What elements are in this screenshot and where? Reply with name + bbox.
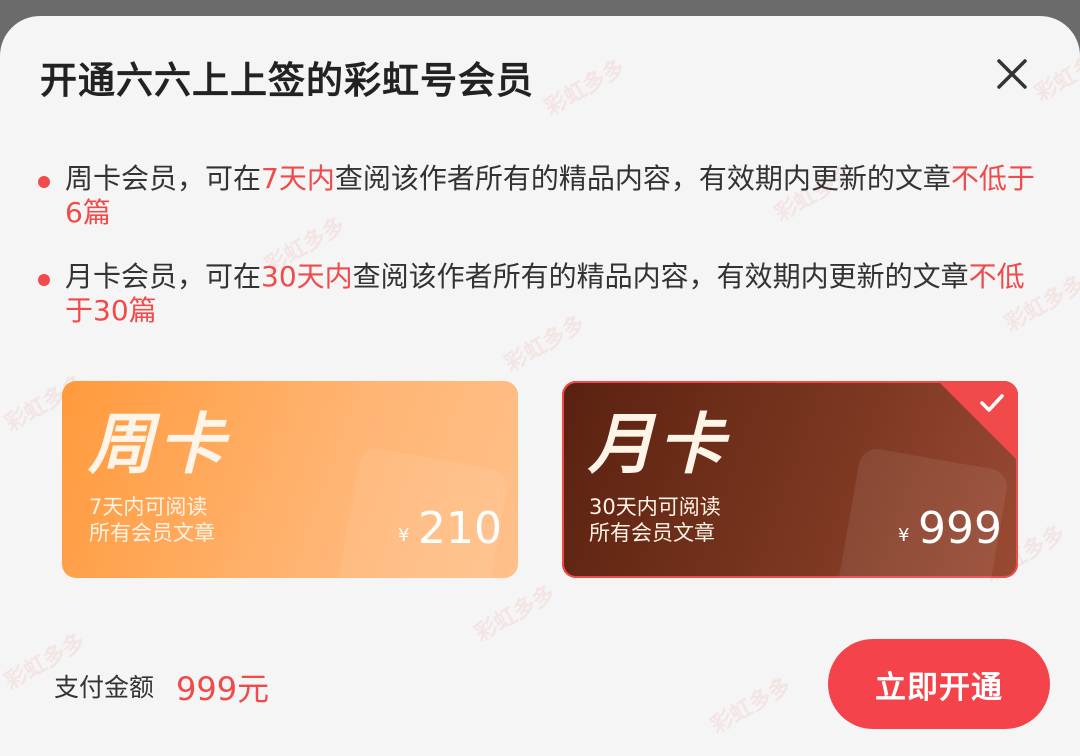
currency-symbol: ¥ xyxy=(398,525,410,546)
dialog-title: 开通六六上上签的彩虹号会员 xyxy=(40,59,534,102)
rule-duration: 7天内 xyxy=(261,162,335,195)
check-icon xyxy=(980,394,1004,412)
rule-mid: 查阅该作者所有的精品内容，有效期内更新的文章 xyxy=(352,260,969,293)
rule-pre: 周卡会员，可在 xyxy=(65,162,262,195)
plan-name: 周卡 xyxy=(88,405,228,483)
subscribe-button[interactable]: 立即开通 xyxy=(828,639,1050,729)
currency-symbol: ¥ xyxy=(898,525,910,546)
rule-weekly: 周卡会员，可在7天内查阅该作者所有的精品内容，有效期内更新的文章不低于6篇 xyxy=(38,162,1038,230)
rule-text: 月卡会员，可在30天内查阅该作者所有的精品内容，有效期内更新的文章不低于30篇 xyxy=(38,260,1038,328)
rule-mid: 查阅该作者所有的精品内容，有效期内更新的文章 xyxy=(334,162,951,195)
bullet-dot xyxy=(38,274,50,286)
rule-text: 周卡会员，可在7天内查阅该作者所有的精品内容，有效期内更新的文章不低于6篇 xyxy=(38,162,1038,230)
rule-monthly: 月卡会员，可在30天内查阅该作者所有的精品内容，有效期内更新的文章不低于30篇 xyxy=(38,260,1038,328)
rule-duration: 30天内 xyxy=(261,260,353,293)
watermark: 彩虹多多 xyxy=(540,55,630,121)
bullet-dot xyxy=(38,176,50,188)
weekly-plan-card[interactable]: 周卡 7天内可阅读 所有会员文章 ¥ 210 xyxy=(62,381,518,578)
membership-dialog: 彩虹多多 彩虹多多 彩虹多多 彩虹多多 彩虹多多 彩虹多多 彩虹多多 彩虹多多 … xyxy=(0,16,1080,756)
pay-amount-value: 999元 xyxy=(176,670,270,708)
monthly-plan-card[interactable]: 月卡 30天内可阅读 所有会员文章 ¥ 999 xyxy=(562,381,1018,578)
close-button[interactable] xyxy=(992,54,1032,94)
rule-pre: 月卡会员，可在 xyxy=(65,260,262,293)
plan-desc-scope: 所有会员文章 xyxy=(589,521,715,545)
close-icon xyxy=(997,59,1027,89)
plan-desc-scope: 所有会员文章 xyxy=(89,521,215,545)
watermark: 彩虹多多 xyxy=(1030,41,1080,107)
watermark: 彩虹多多 xyxy=(706,673,796,739)
plan-price: 999 xyxy=(918,503,1002,554)
plan-name: 月卡 xyxy=(588,405,728,483)
pay-amount-label: 支付金额 xyxy=(54,673,155,702)
watermark: 彩虹多多 xyxy=(470,581,560,647)
plan-price: 210 xyxy=(418,503,502,554)
